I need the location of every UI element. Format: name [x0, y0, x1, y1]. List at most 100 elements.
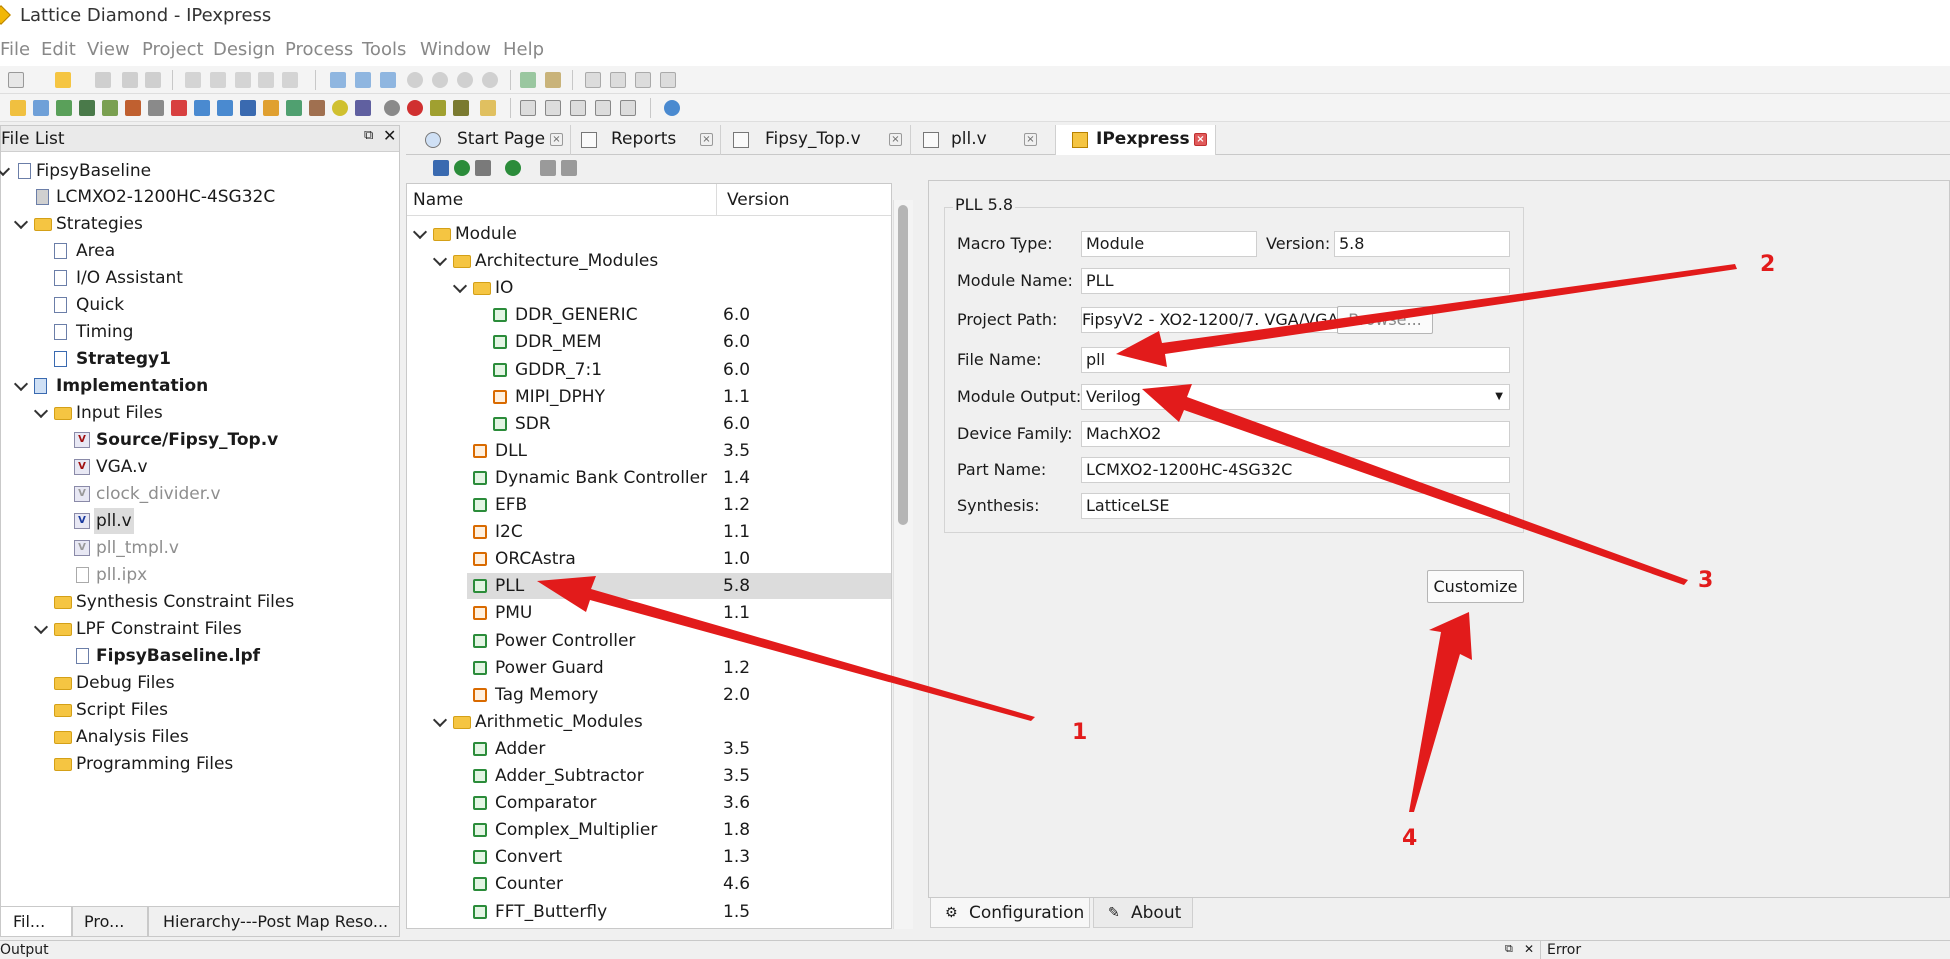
column-header-version[interactable]: Version — [717, 184, 891, 216]
replace-icon[interactable] — [355, 72, 371, 88]
module-tree-row[interactable]: SDR 6.0 — [407, 411, 891, 437]
menu-design[interactable]: Design — [213, 39, 275, 60]
tool-icon[interactable] — [407, 100, 423, 116]
window-icon[interactable] — [585, 72, 601, 88]
column-header-name[interactable]: Name — [407, 184, 717, 216]
module-tool-icon[interactable] — [561, 160, 577, 176]
menu-window[interactable]: Window — [420, 39, 491, 60]
menu-file[interactable]: File — [0, 39, 30, 60]
tree-item-lpf-constraint[interactable]: LPF Constraint Files — [1, 616, 399, 642]
menu-project[interactable]: Project — [142, 39, 204, 60]
module-tool-icon[interactable] — [540, 160, 556, 176]
copy-icon[interactable] — [258, 72, 274, 88]
float-icon[interactable]: ⧉ — [1505, 941, 1513, 957]
paste-icon[interactable] — [282, 72, 298, 88]
chevron-down-icon[interactable] — [432, 252, 448, 267]
tree-item-strategy-timing[interactable]: Timing — [1, 319, 399, 345]
module-tree-row[interactable]: DDR_GENERIC 6.0 — [407, 302, 891, 328]
globe-icon[interactable] — [664, 100, 680, 116]
tree-item-strategy-quick[interactable]: Quick — [1, 292, 399, 318]
tool-icon[interactable] — [263, 100, 279, 116]
module-tree-row[interactable]: MIPI_DPHY 1.1 — [407, 384, 891, 410]
module-tree-row[interactable]: FFT_Butterfly 1.5 — [407, 899, 891, 925]
window-icon[interactable] — [635, 72, 651, 88]
module-tree-row[interactable]: IO — [407, 275, 891, 301]
close-tab-icon[interactable]: × — [1194, 133, 1207, 146]
tree-item-analysis-files[interactable]: Analysis Files — [1, 724, 399, 750]
part-name-field[interactable]: LCMXO2-1200HC-4SG32C — [1081, 457, 1510, 483]
tree-item-strategies[interactable]: Strategies — [1, 211, 399, 237]
synthesis-field[interactable]: LatticeLSE — [1081, 493, 1510, 519]
tab-configuration[interactable]: ⚙ Configuration — [930, 898, 1090, 928]
tree-item-vga[interactable]: V VGA.v — [1, 454, 399, 480]
chevron-down-icon[interactable] — [432, 712, 448, 727]
undo-icon[interactable] — [185, 72, 201, 88]
tree-item-strategy-io[interactable]: I/O Assistant — [1, 265, 399, 291]
module-tree-row[interactable]: EFB 1.2 — [407, 492, 891, 518]
layout-icon[interactable] — [595, 100, 611, 116]
tab-process[interactable]: Pro... — [72, 907, 148, 937]
tool-icon[interactable] — [10, 100, 26, 116]
close-tab-icon[interactable]: × — [889, 133, 902, 146]
module-tree-row[interactable]: ORCAstra 1.0 — [407, 546, 891, 572]
module-tree-row[interactable]: Architecture_Modules — [407, 248, 891, 274]
zoom-fit-icon[interactable] — [457, 72, 473, 88]
module-tool-icon[interactable] — [433, 160, 449, 176]
module-tool-icon[interactable] — [454, 160, 470, 176]
tool-icon[interactable] — [217, 100, 233, 116]
tab-reports[interactable]: Reports × — [571, 125, 721, 155]
tool-icon[interactable] — [384, 100, 400, 116]
scrollbar-thumb[interactable] — [898, 205, 908, 525]
module-tree-row[interactable]: Complex_Multiplier 1.8 — [407, 817, 891, 843]
module-tree-row[interactable]: Comparator 3.6 — [407, 790, 891, 816]
close-icon[interactable]: ✕ — [1524, 941, 1534, 957]
module-tree-row[interactable]: Power Guard 1.2 — [407, 655, 891, 681]
file-name-field[interactable]: pll — [1081, 347, 1510, 373]
tool-icon[interactable] — [309, 100, 325, 116]
window-icon[interactable] — [660, 72, 676, 88]
chevron-down-icon[interactable] — [452, 279, 468, 294]
tool-icon[interactable] — [430, 100, 446, 116]
module-tree-row[interactable]: Tag Memory 2.0 — [407, 682, 891, 708]
menu-process[interactable]: Process — [285, 39, 353, 60]
module-tree-row[interactable]: Adder 3.5 — [407, 736, 891, 762]
print-icon[interactable] — [145, 72, 161, 88]
tree-item-clock-divider[interactable]: V clock_divider.v — [1, 481, 399, 507]
tree-item-programming-files[interactable]: Programming Files — [1, 751, 399, 777]
tree-item-implementation[interactable]: Implementation — [1, 373, 399, 399]
tree-item-strategy-area[interactable]: Area — [1, 238, 399, 264]
close-icon[interactable]: ✕ — [383, 126, 396, 145]
tool-icon[interactable] — [171, 100, 187, 116]
module-tree-row[interactable]: Dynamic Bank Controller 1.4 — [407, 465, 891, 491]
tab-hierarchy[interactable]: Hierarchy---Post Map Reso... — [148, 907, 400, 937]
tree-item-project[interactable]: FipsyBaseline — [0, 158, 399, 184]
zoom-in-icon[interactable] — [407, 72, 423, 88]
tree-item-pll-tmpl[interactable]: V pll_tmpl.v — [1, 535, 399, 561]
tool-icon[interactable] — [480, 100, 496, 116]
tree-item-strategy1[interactable]: Strategy1 — [1, 346, 399, 372]
error-tab[interactable]: Error — [1547, 941, 1581, 959]
tool-icon[interactable] — [33, 100, 49, 116]
module-output-select[interactable]: Verilog ▼ — [1081, 384, 1510, 410]
layout-icon[interactable] — [570, 100, 586, 116]
tree-item-script-files[interactable]: Script Files — [1, 697, 399, 723]
float-icon[interactable]: ⧉ — [364, 128, 373, 143]
tool-icon[interactable] — [453, 100, 469, 116]
tab-file-list[interactable]: Fil... — [0, 907, 72, 937]
find-in-files-icon[interactable] — [380, 72, 396, 88]
module-tree-row[interactable]: Power Controller — [407, 628, 891, 654]
close-tab-icon[interactable]: × — [700, 133, 713, 146]
save-icon[interactable] — [95, 72, 111, 88]
tree-item-device[interactable]: LCMXO2-1200HC-4SG32C — [1, 184, 399, 210]
find-icon[interactable] — [330, 72, 346, 88]
open-icon[interactable] — [55, 72, 71, 88]
tool-icon[interactable] — [286, 100, 302, 116]
tool-icon[interactable] — [355, 100, 371, 116]
save-all-icon[interactable] — [122, 72, 138, 88]
tree-item-synthesis-constraint[interactable]: Synthesis Constraint Files — [1, 589, 399, 615]
module-tree-row[interactable]: DLL 3.5 — [407, 438, 891, 464]
tool-icon[interactable] — [125, 100, 141, 116]
menu-view[interactable]: View — [87, 39, 130, 60]
tab-about[interactable]: ✎ About — [1093, 898, 1193, 928]
layout-icon[interactable] — [520, 100, 536, 116]
